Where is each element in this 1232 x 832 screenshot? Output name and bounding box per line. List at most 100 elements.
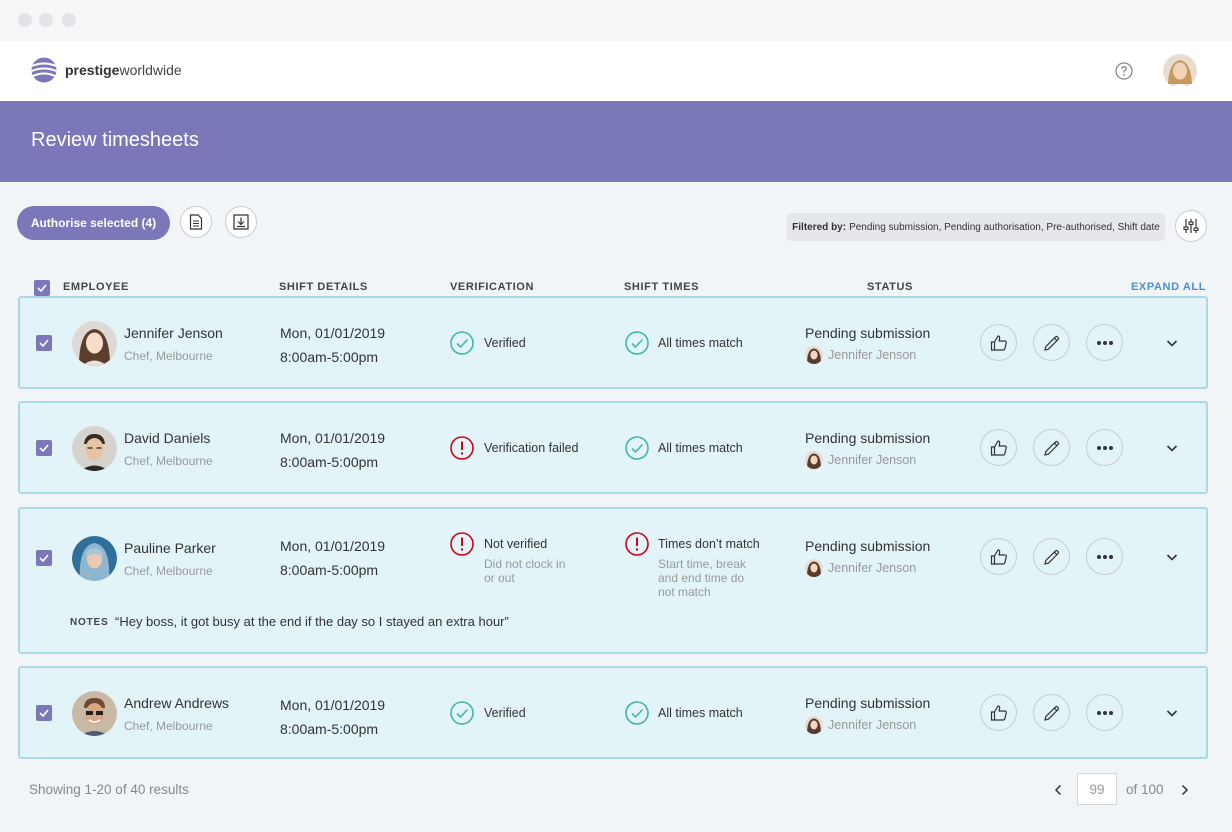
page-title: Review timesheets: [31, 129, 199, 151]
ellipsis-icon: [1096, 554, 1113, 559]
verification-text: Verified: [484, 706, 526, 720]
top-bar: prestigeworldwide: [0, 41, 1232, 101]
approve-button[interactable]: [980, 324, 1017, 361]
approve-button[interactable]: [980, 538, 1017, 575]
shift-times-detail-line: Start time, break: [658, 557, 747, 571]
shift-times-text: Times don’t match: [658, 537, 760, 551]
page-total: of 100: [1126, 782, 1164, 797]
employee-avatar: [72, 536, 117, 581]
header-shift-details[interactable]: SHIFT DETAILS: [279, 281, 368, 293]
status-person-avatar: [805, 559, 823, 577]
shift-times-detail-line: and end time do: [658, 571, 745, 585]
shift-time: 8:00am-5:00pm: [280, 721, 379, 737]
pencil-icon: [1043, 335, 1059, 351]
shift-date: Mon, 01/01/2019: [280, 697, 386, 713]
status-person-avatar: [805, 346, 823, 364]
filter-settings-button[interactable]: [1175, 210, 1207, 242]
chevron-down-icon[interactable]: [1165, 706, 1179, 720]
more-options-button[interactable]: [1086, 429, 1123, 466]
employee-name[interactable]: Andrew Andrews: [124, 695, 229, 711]
approve-button[interactable]: [980, 694, 1017, 731]
thumbs-up-icon: [990, 334, 1007, 351]
chevron-right-icon[interactable]: [1180, 784, 1190, 796]
question-circle-icon[interactable]: [1114, 61, 1134, 81]
ellipsis-icon: [1096, 340, 1113, 345]
notes-label: NOTES: [70, 617, 109, 628]
shift-time: 8:00am-5:00pm: [280, 349, 379, 365]
header-employee[interactable]: EMPLOYEE: [63, 281, 129, 293]
check-circle-icon: [625, 701, 649, 725]
status-person-avatar: [805, 716, 823, 734]
employee-name[interactable]: David Daniels: [124, 430, 210, 446]
table-row[interactable]: Jennifer Jenson Chef, Melbourne Mon, 01/…: [18, 296, 1208, 389]
verification-detail-line: Did not clock in: [484, 557, 566, 571]
alert-circle-icon: [625, 532, 649, 556]
chevron-left-icon[interactable]: [1053, 784, 1063, 796]
brand-name: prestigeworldwide: [65, 62, 182, 78]
chevron-down-icon[interactable]: [1165, 550, 1179, 564]
thumbs-up-icon: [990, 439, 1007, 456]
more-options-button[interactable]: [1086, 324, 1123, 361]
verification-text: Not verified: [484, 537, 548, 551]
chevron-down-icon[interactable]: [1165, 336, 1179, 350]
chevron-down-icon[interactable]: [1165, 441, 1179, 455]
employee-avatar: [72, 321, 117, 366]
header-status[interactable]: STATUS: [867, 281, 913, 293]
edit-button[interactable]: [1033, 429, 1070, 466]
edit-button[interactable]: [1033, 694, 1070, 731]
edit-button[interactable]: [1033, 324, 1070, 361]
window-close-dot[interactable]: [18, 13, 32, 27]
ellipsis-icon: [1096, 445, 1113, 450]
expand-all-link[interactable]: EXPAND ALL: [1131, 281, 1206, 293]
verification-text: Verification failed: [484, 441, 579, 455]
status-person-avatar: [805, 451, 823, 469]
status-person: Jennifer Jenson: [828, 718, 917, 732]
results-summary: Showing 1-20 of 40 results: [29, 782, 189, 797]
filter-label: Filtered by:: [792, 221, 847, 233]
approve-button[interactable]: [980, 429, 1017, 466]
row-checkbox[interactable]: [36, 705, 52, 721]
table-row[interactable]: David Daniels Chef, Melbourne Mon, 01/01…: [18, 401, 1208, 494]
pencil-icon: [1043, 440, 1059, 456]
more-options-button[interactable]: [1086, 694, 1123, 731]
authorise-selected-button[interactable]: Authorise selected (4): [17, 206, 170, 240]
row-checkbox[interactable]: [36, 440, 52, 456]
window-maximize-dot[interactable]: [62, 13, 76, 27]
employee-avatar: [72, 426, 117, 471]
employee-role: Chef, Melbourne: [124, 349, 213, 363]
employee-name[interactable]: Pauline Parker: [124, 540, 216, 556]
shift-times-detail-line: not match: [658, 585, 711, 599]
thumbs-up-icon: [990, 548, 1007, 565]
notes-text: “Hey boss, it got busy at the end if the…: [115, 614, 509, 629]
report-button[interactable]: [180, 206, 212, 238]
header-shift-times[interactable]: SHIFT TIMES: [624, 281, 699, 293]
check-circle-icon: [450, 701, 474, 725]
more-options-button[interactable]: [1086, 538, 1123, 575]
brand-logo[interactable]: prestigeworldwide: [30, 56, 182, 84]
employee-name[interactable]: Jennifer Jenson: [124, 325, 223, 341]
table-row[interactable]: Andrew Andrews Chef, Melbourne Mon, 01/0…: [18, 666, 1208, 759]
check-circle-icon: [450, 331, 474, 355]
employee-role: Chef, Melbourne: [124, 454, 213, 468]
status-person: Jennifer Jenson: [828, 348, 917, 362]
pencil-icon: [1043, 705, 1059, 721]
row-checkbox[interactable]: [36, 550, 52, 566]
verification-detail-line: or out: [484, 571, 515, 585]
window-minimize-dot[interactable]: [39, 13, 53, 27]
shift-time: 8:00am-5:00pm: [280, 562, 379, 578]
pencil-icon: [1043, 549, 1059, 565]
download-button[interactable]: [225, 206, 257, 238]
edit-button[interactable]: [1033, 538, 1070, 575]
checkmark-icon: [37, 284, 47, 292]
verification-text: Verified: [484, 336, 526, 350]
header-verification[interactable]: VERIFICATION: [450, 281, 534, 293]
row-checkbox[interactable]: [36, 335, 52, 351]
download-icon: [233, 214, 249, 230]
page-number-input[interactable]: 99: [1077, 773, 1117, 805]
user-avatar[interactable]: [1163, 54, 1197, 88]
select-all-checkbox[interactable]: [34, 280, 50, 296]
filter-summary[interactable]: Filtered by: Pending submission, Pending…: [787, 213, 1165, 241]
table-row[interactable]: Pauline Parker Chef, Melbourne Mon, 01/0…: [18, 507, 1208, 654]
alert-circle-icon: [450, 532, 474, 556]
status-text: Pending submission: [805, 430, 931, 446]
